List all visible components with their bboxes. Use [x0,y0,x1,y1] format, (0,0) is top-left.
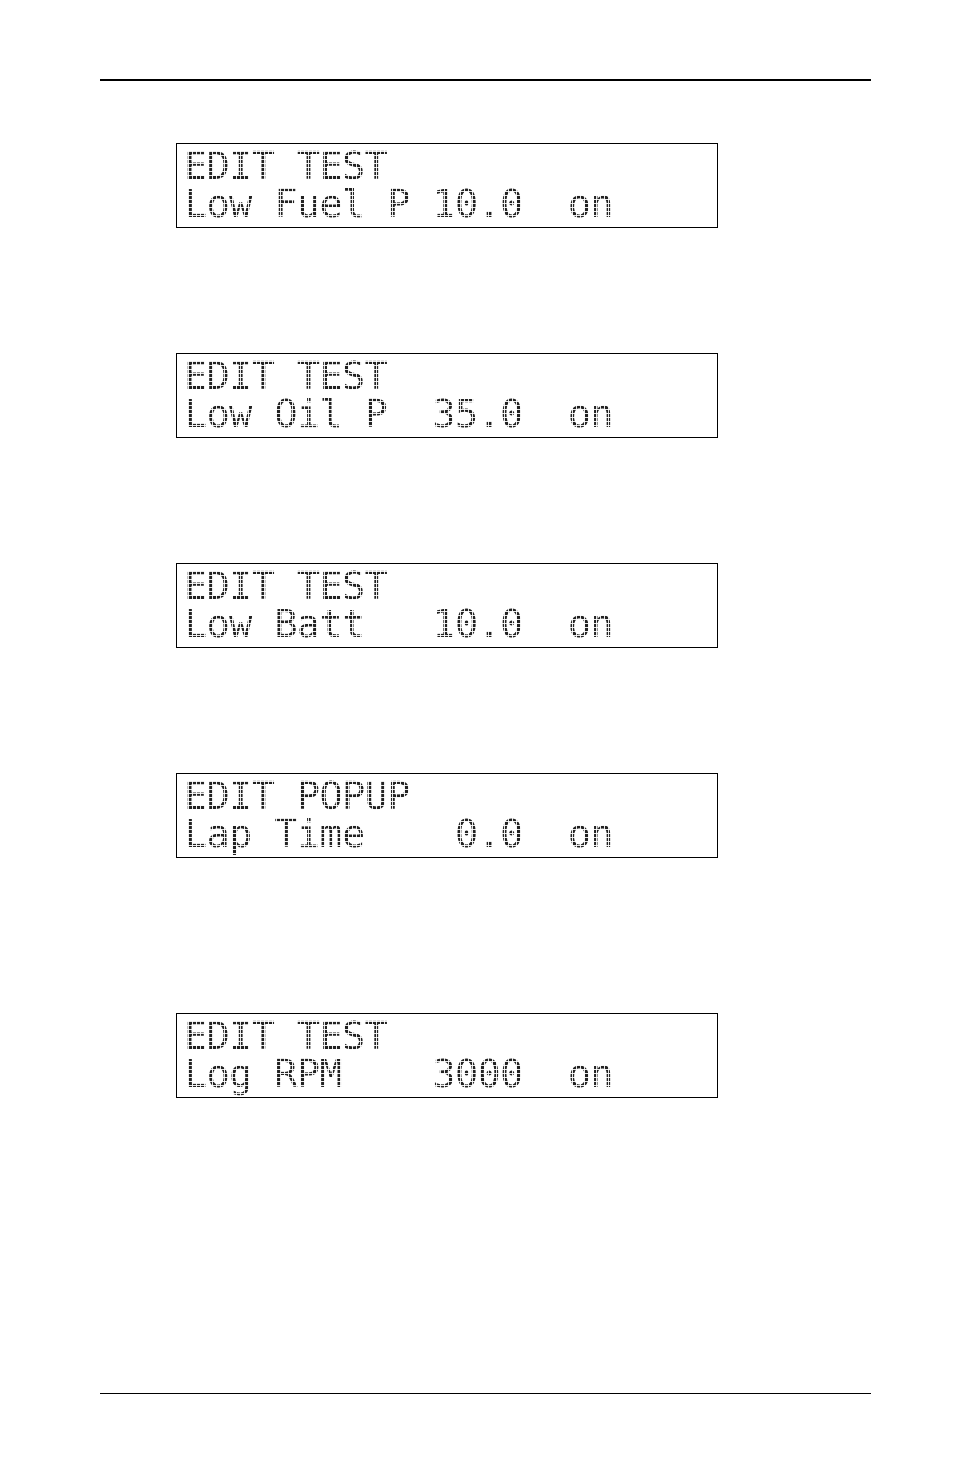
lcd-line-1: EDIT TEST [184,564,388,609]
lcd-line-2: Low Oil P 35.0 on [184,392,614,437]
lcd-display-low-fuel-pressure: EDIT TEST Low Fuel P 10.0 on [176,143,718,228]
footer-rule [100,1393,871,1394]
lcd-line-1: EDIT POPUP [184,774,410,819]
lcd-display-low-battery: EDIT TEST Low Batt 10.0 on [176,563,718,648]
header-rule [100,79,871,81]
lcd-display-lap-time-popup: EDIT POPUP Lap Time 0.0 on [176,773,718,858]
lcd-line-2: Log RPM 3000 on [184,1052,614,1097]
lcd-display-low-oil-pressure: EDIT TEST Low Oil P 35.0 on [176,353,718,438]
lcd-line-2: Low Batt 10.0 on [184,602,614,647]
lcd-line-2: Lap Time 0.0 on [184,812,614,857]
lcd-line-2: Low Fuel P 10.0 on [184,182,614,227]
lcd-display-log-rpm: EDIT TEST Log RPM 3000 on [176,1013,718,1098]
lcd-line-1: EDIT TEST [184,144,388,189]
lcd-line-1: EDIT TEST [184,1014,388,1059]
lcd-line-1: EDIT TEST [184,354,388,399]
